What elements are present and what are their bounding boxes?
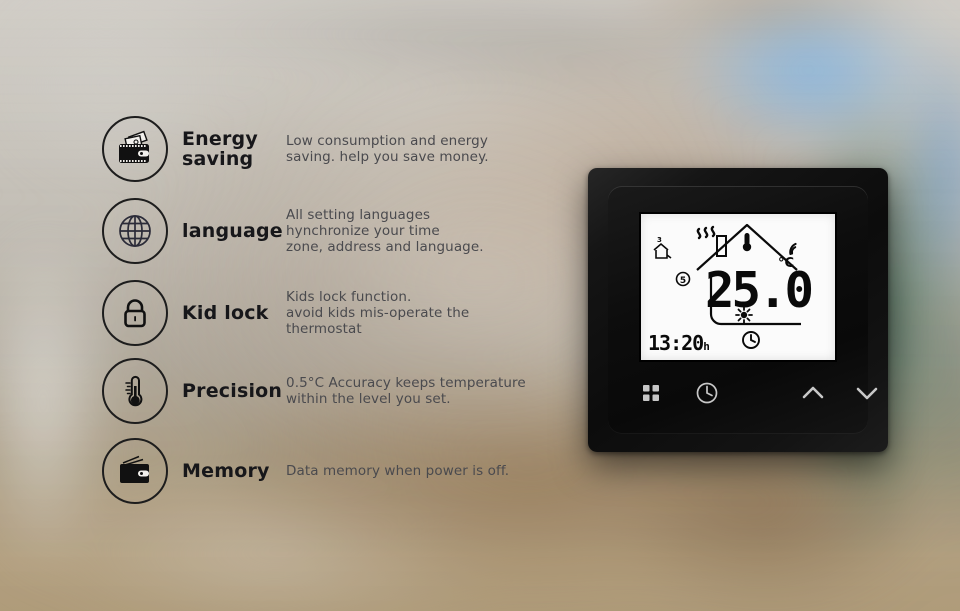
feature-title: language <box>182 220 283 242</box>
thermostat-lcd-screen: 5 25.0 °C 3 13:20h <box>641 214 835 360</box>
feature-description: Data memory when power is off. <box>286 463 510 479</box>
wallet-money-icon <box>102 116 168 182</box>
padlock-icon <box>102 280 168 346</box>
lcd-time-unit: h <box>703 340 710 353</box>
feature-description: Kids lock function. avoid kids mis-opera… <box>286 289 470 337</box>
thermostat-button-row <box>630 378 878 412</box>
wallet-icon <box>102 438 168 504</box>
feature-title: Kid lock <box>182 302 269 324</box>
feature-list: Energy saving Low consumption and energy… <box>0 0 600 611</box>
globe-icon <box>102 198 168 264</box>
feature-title: Memory <box>182 460 270 482</box>
feature-item-memory: Memory Data memory when power is off. <box>102 438 586 504</box>
feature-title: Energy saving <box>182 128 258 170</box>
lcd-temperature-unit: °C <box>778 256 795 271</box>
feature-item-language: language All setting languages hynchroni… <box>102 198 576 264</box>
thermometer-icon <box>742 233 752 252</box>
thermostat-device: 5 25.0 °C 3 13:20h <box>588 168 888 452</box>
chevron-up-icon[interactable] <box>798 378 828 408</box>
menu-grid-icon[interactable] <box>636 378 666 408</box>
feature-description: 0.5°C Accuracy keeps temperature within … <box>286 375 526 407</box>
clock-icon[interactable] <box>692 378 722 408</box>
heat-wave-icon <box>696 225 716 240</box>
chevron-down-icon[interactable] <box>852 378 882 408</box>
feature-item-energy-saving: Energy saving Low consumption and energy… <box>102 116 576 182</box>
lcd-temperature-value: 25.0 <box>705 262 814 319</box>
feature-description: Low consumption and energy saving. help … <box>286 133 489 165</box>
wifi-signal-icon <box>789 242 797 256</box>
feature-title: Precision <box>182 380 283 402</box>
feature-item-kid-lock: Kid lock Kids lock function. avoid kids … <box>102 280 576 346</box>
lcd-time-value: 13:20 <box>648 331 704 355</box>
thermostat-front-panel: 5 25.0 °C 3 13:20h <box>608 186 878 434</box>
lcd-time: 13:20h <box>648 331 710 355</box>
feature-item-precision: Precision 0.5°C Accuracy keeps temperatu… <box>102 358 586 424</box>
feature-description: All setting languages hynchronize your t… <box>286 207 484 255</box>
svg-text:5: 5 <box>680 276 686 286</box>
circled-five-icon: 5 <box>675 271 691 287</box>
home-program-icon <box>653 242 672 259</box>
thermometer-icon <box>102 358 168 424</box>
lcd-program-day: 3 <box>657 236 662 244</box>
clock-icon <box>742 331 760 349</box>
